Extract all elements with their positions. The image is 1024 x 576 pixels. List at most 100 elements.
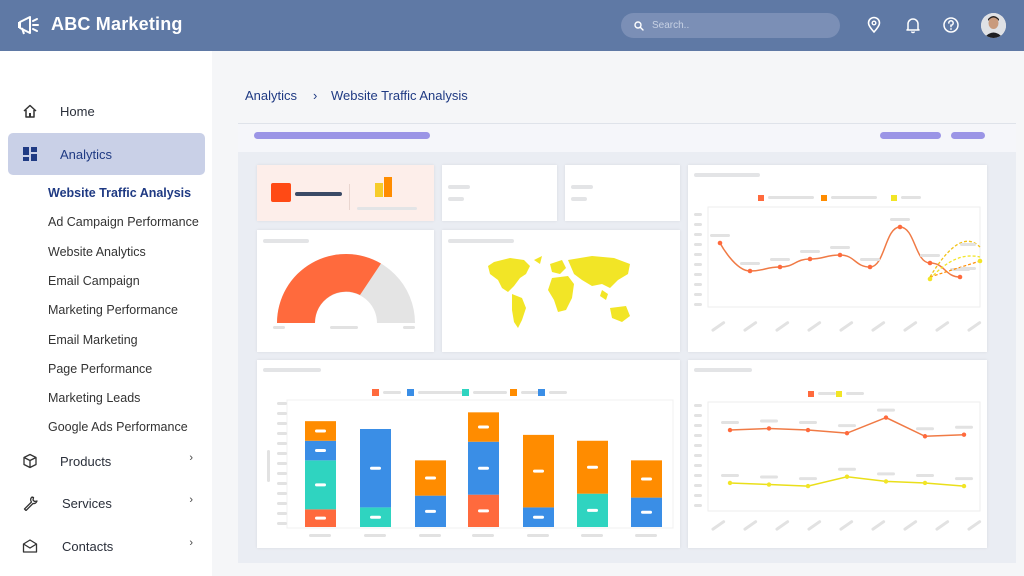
y-tick-label (694, 404, 702, 407)
toolbar-button-placeholder[interactable] (880, 132, 941, 139)
y-tick-label (694, 263, 702, 266)
subnav-page-performance[interactable]: Page Performance (48, 362, 152, 376)
sidebar-item-services[interactable]: Services › (8, 482, 205, 524)
stacked-bar-chart (267, 389, 674, 537)
help-icon[interactable] (942, 16, 960, 34)
data-label (830, 246, 850, 249)
y-tick-label (694, 283, 702, 286)
x-tick-label (903, 321, 918, 332)
sidebar-item-products[interactable]: Products › (8, 440, 205, 482)
sidebar-item-analytics[interactable]: Analytics (8, 133, 205, 175)
subnav-website-analytics[interactable]: Website Analytics (48, 245, 146, 259)
chevron-right-icon: › (189, 494, 193, 506)
bar-value-label (315, 449, 326, 453)
x-tick-label (309, 534, 331, 537)
subnav-marketing-performance[interactable]: Marketing Performance (48, 303, 178, 317)
x-tick-label (871, 520, 886, 531)
y-tick-label (694, 233, 702, 236)
toolbar-button-placeholder[interactable] (951, 132, 985, 139)
kpi-card (257, 165, 434, 221)
legend-label (521, 391, 539, 394)
legend-swatch (462, 389, 469, 396)
x-tick-label (807, 520, 822, 531)
subnav-email-campaign[interactable]: Email Campaign (48, 274, 140, 288)
data-label (960, 243, 976, 246)
data-point (727, 480, 733, 486)
data-point (805, 483, 811, 489)
bar-value-label (425, 509, 436, 513)
x-tick-label (775, 520, 790, 531)
legend-swatch (407, 389, 414, 396)
panel-toolbar (238, 124, 1016, 152)
data-label (955, 425, 973, 429)
plot-area (707, 206, 981, 308)
x-tick-label (743, 520, 758, 531)
location-pin-icon[interactable] (865, 16, 883, 34)
avatar[interactable] (981, 13, 1006, 38)
breadcrumb-parent[interactable]: Analytics (245, 88, 297, 103)
bar-value-label (587, 465, 598, 469)
box-icon (23, 453, 37, 469)
y-tick-label (694, 253, 702, 256)
x-tick-label (967, 321, 982, 332)
breadcrumb-separator: › (313, 88, 318, 103)
sidebar-item-label: Home (60, 103, 95, 119)
x-tick-label (935, 520, 950, 531)
data-point (807, 256, 813, 262)
x-tick-label (871, 321, 886, 332)
contacts-icon (22, 539, 38, 553)
bar-value-label (370, 515, 381, 519)
line-chart-1 (694, 195, 983, 332)
kpi-square (271, 183, 291, 202)
y-tick-label (277, 502, 287, 505)
kpi-bar (295, 192, 342, 196)
y-tick-label (277, 472, 287, 475)
x-tick-label (775, 321, 790, 332)
legend-swatch (758, 195, 764, 201)
line-chart-card-1 (688, 165, 987, 352)
data-point (777, 264, 783, 270)
y-tick-label (277, 422, 287, 425)
toolbar-title-placeholder (254, 132, 430, 139)
data-label (721, 473, 739, 477)
app-title: ABC Marketing (51, 14, 183, 34)
subnav-website-traffic-analysis[interactable]: Website Traffic Analysis (48, 186, 191, 200)
sidebar-item-label: Analytics (60, 146, 113, 162)
data-label (838, 467, 856, 471)
legend-swatch (836, 391, 842, 397)
sidebar-item-contacts[interactable]: Contacts › (8, 525, 205, 567)
data-label (916, 427, 934, 431)
search-input[interactable] (652, 20, 822, 31)
y-tick-label (277, 412, 287, 415)
bar-value-label (533, 515, 544, 519)
gauge-chart (273, 253, 415, 329)
bar-value-label (315, 483, 326, 487)
data-point (897, 224, 903, 230)
y-tick-label (277, 442, 287, 445)
sidebar-item-home[interactable]: Home (8, 90, 205, 132)
x-tick-label (364, 534, 386, 537)
subnav-ad-campaign-performance[interactable]: Ad Campaign Performance (48, 215, 199, 229)
x-tick-label (743, 321, 758, 332)
y-tick-label (694, 223, 702, 226)
data-label (838, 424, 856, 428)
y-tick-label (694, 464, 702, 467)
legend-swatch (510, 389, 517, 396)
bell-icon[interactable] (904, 16, 922, 34)
data-label (955, 477, 973, 481)
legend-label (418, 391, 464, 394)
y-tick-label (694, 494, 702, 497)
subnav-google-ads-performance[interactable]: Google Ads Performance (48, 420, 188, 434)
breadcrumb-current: Website Traffic Analysis (331, 88, 468, 103)
chevron-right-icon: › (189, 537, 193, 549)
search-bar[interactable] (621, 13, 840, 38)
legend-label (831, 196, 877, 199)
data-point (922, 480, 928, 486)
stat-card (442, 165, 557, 221)
y-tick-label (277, 432, 287, 435)
y-tick-label (694, 454, 702, 457)
subnav-email-marketing[interactable]: Email Marketing (48, 333, 138, 347)
subnav-marketing-leads[interactable]: Marketing Leads (48, 391, 140, 405)
data-label (960, 267, 976, 270)
data-point (727, 427, 733, 433)
